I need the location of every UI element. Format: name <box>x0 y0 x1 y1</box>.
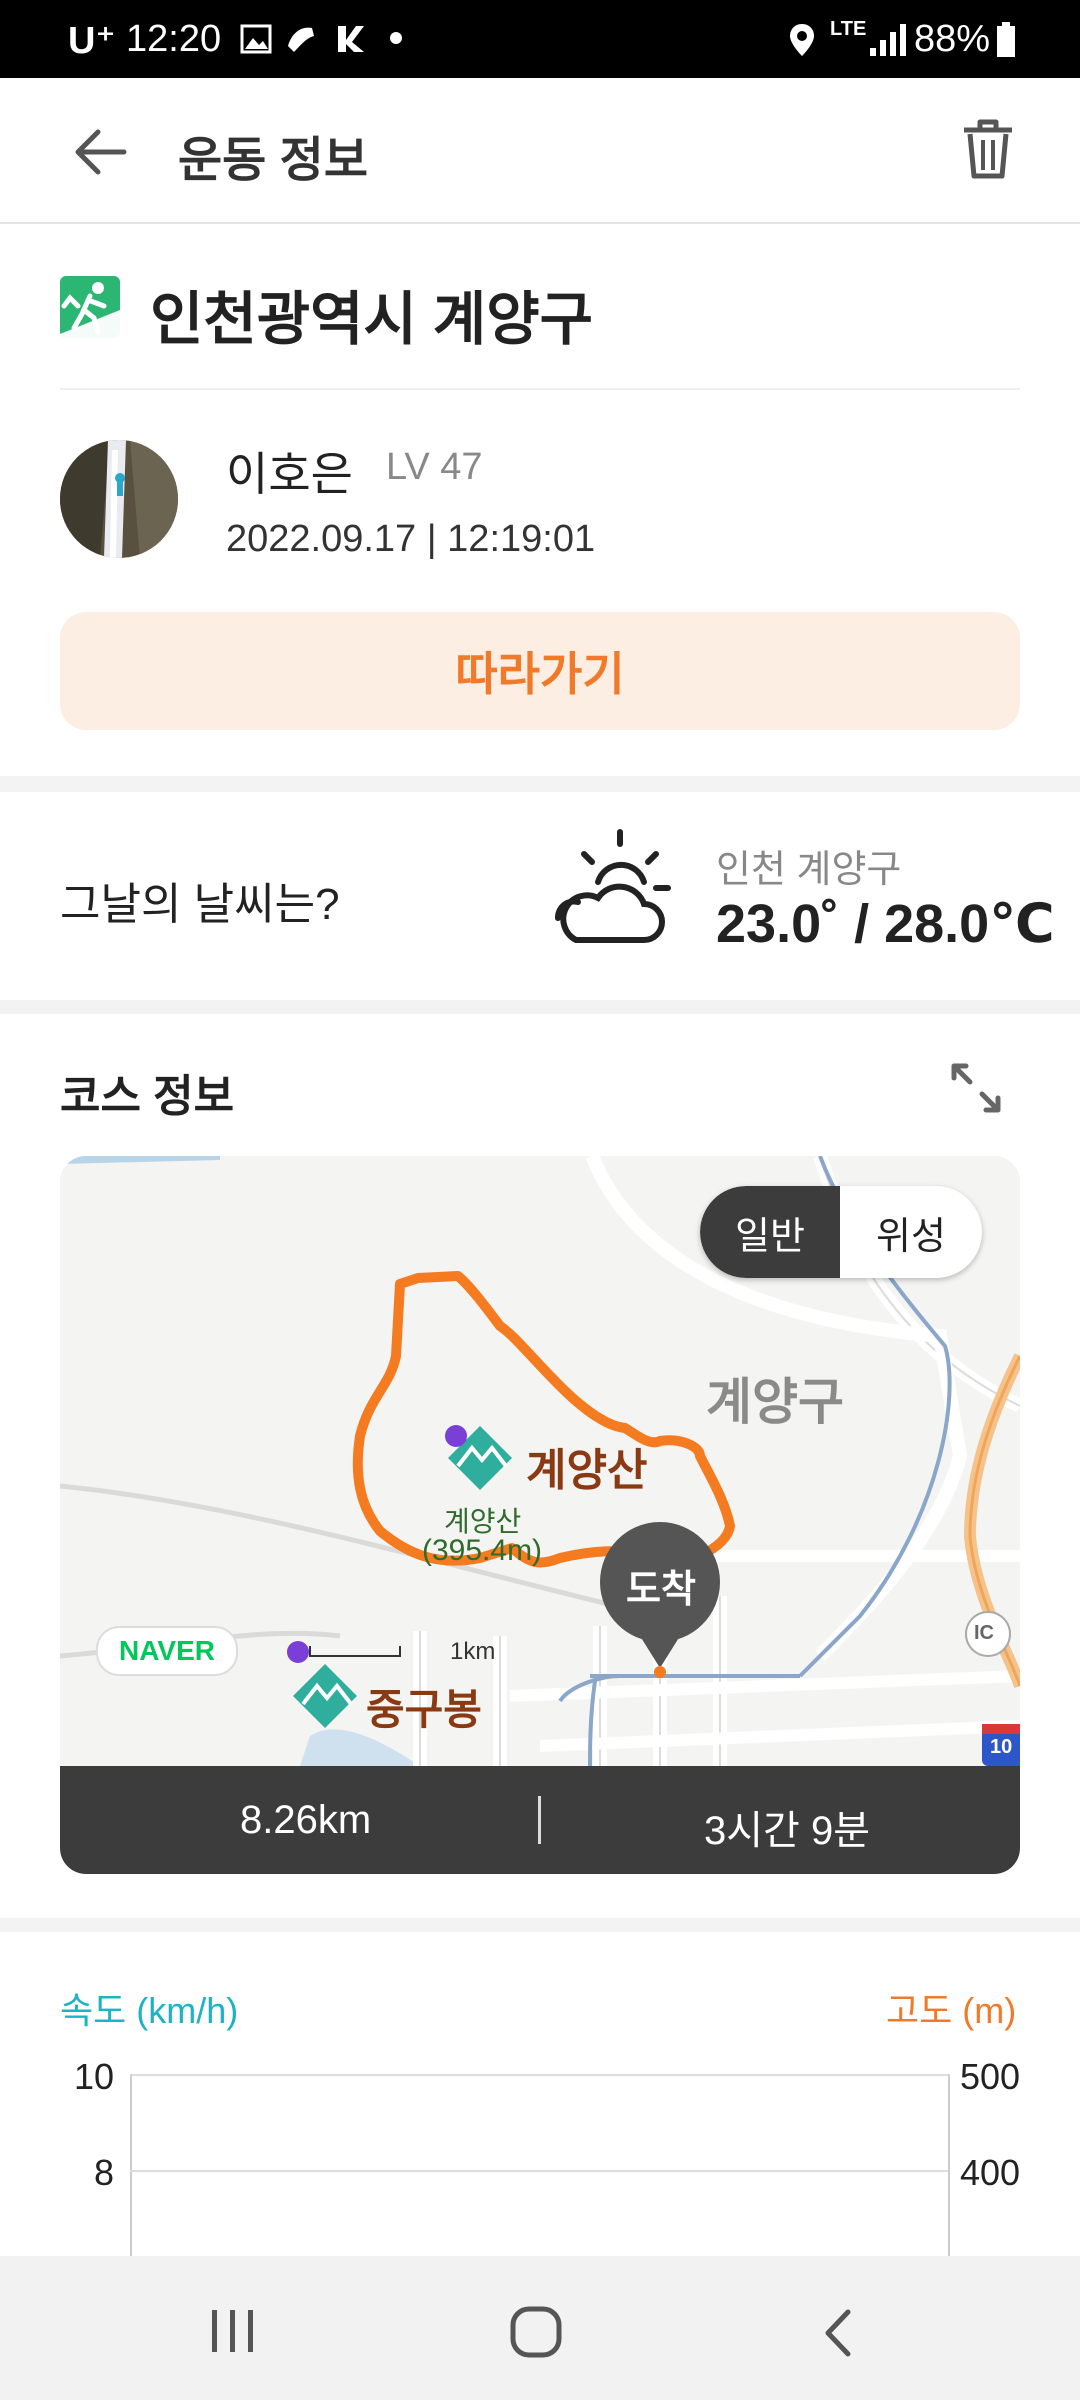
gallery-icon <box>240 24 272 59</box>
speed-tick: 10 <box>74 2056 115 2097</box>
location-title: 인천광역시 계양구 <box>150 287 593 352</box>
system-nav-bar <box>0 2256 1080 2400</box>
follow-button[interactable]: 따라가기 <box>60 612 1020 730</box>
user-name: 이호은 <box>226 448 353 500</box>
home-icon[interactable] <box>510 2306 562 2363</box>
toggle-satellite[interactable]: 위성 <box>840 1186 982 1278</box>
weather-temperature: 23.0˚ / 28.0℃ <box>716 894 1055 954</box>
battery-icon <box>996 22 1016 63</box>
chart-plot-area <box>130 2074 950 2276</box>
back-arrow-icon[interactable] <box>70 122 130 187</box>
altitude-axis-label: 고도 (m) <box>886 1990 1017 2031</box>
weather-question: 그날의 날씨는? <box>60 880 340 929</box>
app-header: 운동 정보 <box>0 78 1080 224</box>
avatar[interactable] <box>60 440 178 558</box>
course-map[interactable]: NAVER 계양구 계양산 계양산 (395.4m) 도착 중구봉 1km IC… <box>60 1156 1020 1766</box>
course-card: 코스 정보 NAVER 계양구 계양산 계양산 (395.4m) 도착 중구봉 … <box>0 1014 1080 1918</box>
shoe-icon <box>284 22 318 61</box>
map-peak-height: (395.4m) <box>422 1534 543 1567</box>
expand-icon[interactable] <box>948 1060 1004 1121</box>
activity-summary-card: 인천광역시 계양구 이호은 LV 47 2022.09.17 | 12:19:0… <box>0 224 1080 776</box>
altitude-tick: 500 <box>960 2056 1021 2097</box>
altitude-tick: 400 <box>960 2152 1021 2193</box>
course-duration: 3시간 9분 <box>704 1809 871 1853</box>
map-ic-label: IC <box>974 1622 994 1644</box>
notification-dot-icon <box>390 32 402 44</box>
divider <box>60 388 1020 390</box>
map-type-toggle: 일반 위성 <box>700 1186 982 1278</box>
toggle-normal[interactable]: 일반 <box>700 1186 840 1278</box>
course-distance: 8.26km <box>240 1798 372 1842</box>
network-type: LTE <box>830 18 867 40</box>
map-scale-label: 1km <box>450 1638 496 1665</box>
location-icon <box>788 22 816 63</box>
status-bar: U⁺ 12:20 LTE 88% <box>0 0 1080 78</box>
partly-cloudy-icon <box>548 828 672 957</box>
recents-icon[interactable] <box>210 2308 258 2359</box>
map-district-label: 계양구 <box>706 1374 844 1430</box>
app-icon <box>334 22 368 61</box>
weather-location: 인천 계양구 <box>716 849 902 891</box>
speed-axis-label: 속도 (km/h) <box>60 1990 239 2031</box>
course-summary-bar: 8.26km 3시간 9분 <box>60 1766 1020 1874</box>
carrier-label: U⁺ <box>68 20 116 62</box>
trash-icon[interactable] <box>960 118 1016 187</box>
map-peak2-label: 중구봉 <box>366 1686 482 1733</box>
map-road-number: 10 <box>990 1736 1013 1758</box>
naver-logo: NAVER <box>96 1626 238 1676</box>
map-arrival-label: 도착 <box>626 1569 696 1611</box>
page-title: 운동 정보 <box>178 134 368 187</box>
chart-gridline <box>130 2170 948 2172</box>
course-title: 코스 정보 <box>60 1072 235 1121</box>
activity-datetime: 2022.09.17 | 12:19:01 <box>226 518 596 560</box>
speed-altitude-chart: 속도 (km/h) 고도 (m) 10 8 6 500 400 300 <box>0 1932 1080 2291</box>
battery-percent: 88% <box>914 18 991 60</box>
user-level-badge: LV 47 <box>386 446 483 488</box>
map-mountain-label: 계양산 <box>526 1446 648 1495</box>
speed-tick: 8 <box>94 2152 115 2193</box>
status-time: 12:20 <box>126 18 222 60</box>
weather-card: 그날의 날씨는? 인천 계양구 23.0˚ / 28.0℃ <box>0 792 1080 1000</box>
signal-icon <box>868 20 912 63</box>
divider <box>538 1796 541 1844</box>
hiking-icon <box>60 276 120 343</box>
back-icon[interactable] <box>820 2308 856 2363</box>
